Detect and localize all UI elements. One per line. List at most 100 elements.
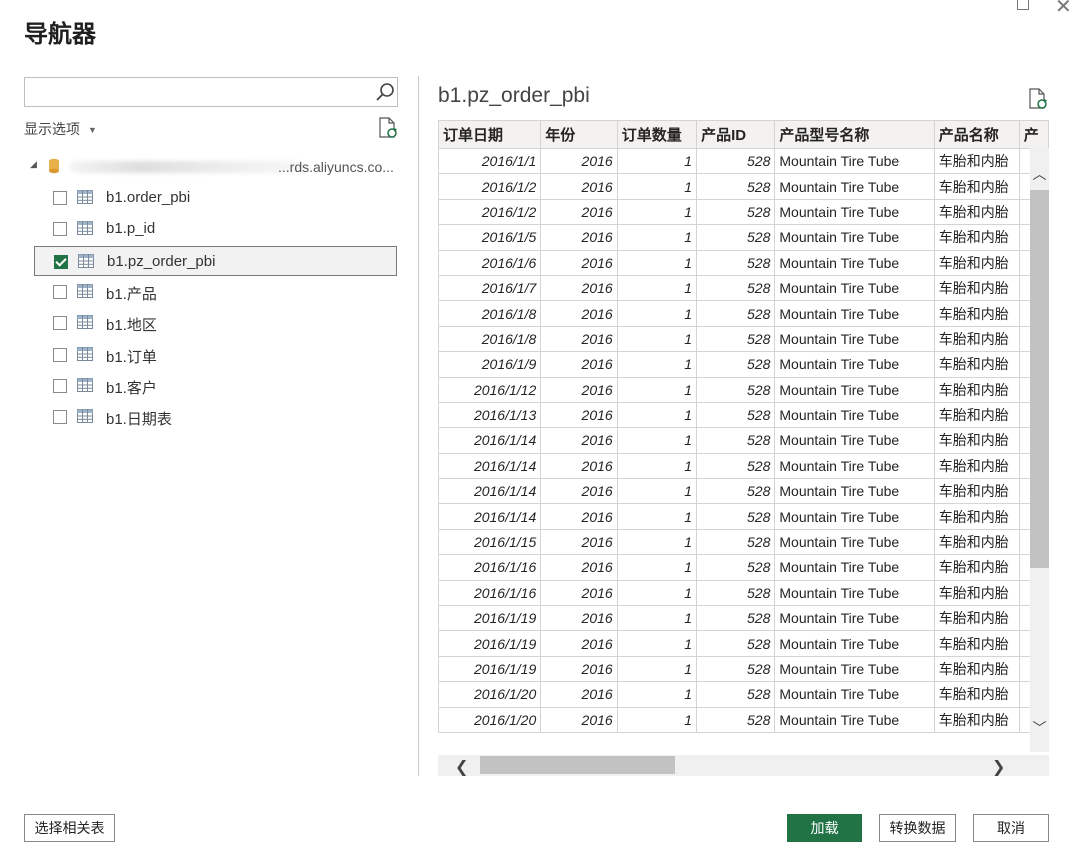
preview-table: 订单日期 年份 订单数量 产品ID 产品型号名称 产品名称产 2016/1/1 2016 1 5… [438,120,1049,733]
table-cell: Mountain Tire Tube [774,224,935,251]
scroll-down-icon[interactable]: ﹀ [1030,718,1049,738]
checkbox[interactable] [54,254,68,269]
load-button[interactable]: 加载 [787,814,862,842]
table-cell: Mountain Tire Tube [774,706,935,733]
table-cell: 528 [696,401,776,429]
table-icon [77,283,93,298]
tree-item[interactable]: b1.产品 [34,277,397,307]
tree-item[interactable]: b1.order_pbi [34,183,397,213]
tree-item[interactable]: b1.客户 [34,371,397,401]
table-cell: 车胎和内胎 [933,351,1020,378]
display-options-label: 显示选项 [24,121,80,137]
select-related-tables-button[interactable]: 选择相关表 [24,814,115,842]
vertical-scroll-thumb[interactable] [1030,190,1049,568]
tree-item[interactable]: b1.订单 [34,340,397,370]
horizontal-scroll-thumb[interactable] [480,756,675,774]
tree-item-label: b1.p_id [106,220,156,238]
table-cell: 车胎和内胎 [933,274,1020,302]
table-cell: 528 [696,452,776,480]
tree-item[interactable]: b1.p_id [34,214,397,244]
column-header[interactable]: 产品型号名称 [774,120,935,149]
table-cell: 528 [696,325,776,353]
table-row: 2016/1/19 2016 1 528 Mountain Tire Tube 车胎和内胎 [438,605,1049,632]
table-cell: 2016/1/12 [438,376,542,403]
table-cell: 1 [616,274,698,302]
column-header[interactable]: 年份 [540,120,618,149]
table-row: 2016/1/14 2016 1 528 Mountain Tire Tube 车胎和内胎 [438,503,1049,530]
search-icon[interactable] [374,82,396,104]
close-icon[interactable]: ✕ [1055,0,1072,18]
collapse-triangle-icon[interactable]: ◢ [30,159,37,170]
table-cell: 2016 [540,198,618,226]
table-cell: 1 [616,554,698,581]
table-cell: Mountain Tire Tube [774,351,935,378]
table-row: 2016/1/16 2016 1 528 Mountain Tire Tube 车胎和内胎 [438,554,1049,581]
table-cell: Mountain Tire Tube [774,528,935,556]
table-cell: 2016 [540,401,618,429]
table-cell: Mountain Tire Tube [774,249,935,276]
table-cell: 2016/1/1 [438,147,542,175]
table-icon [77,221,93,236]
table-cell: Mountain Tire Tube [774,655,935,683]
column-header[interactable]: 产 [1018,120,1049,149]
table-cell: Mountain Tire Tube [774,630,935,657]
tree-item[interactable]: b1.地区 [34,308,397,338]
checkbox[interactable] [53,284,67,299]
server-node[interactable]: ◢ ...rds.aliyuncs.co... [30,158,400,177]
tree-item-label: b1.日期表 [106,411,172,429]
table-cell: 2016/1/5 [438,224,542,251]
table-cell: Mountain Tire Tube [774,147,935,175]
tree-item[interactable]: b1.pz_order_pbi [34,245,397,276]
table-row: 2016/1/16 2016 1 528 Mountain Tire Tube 车胎和内胎 [438,579,1049,607]
column-header[interactable]: 产品ID [696,120,776,149]
cancel-button[interactable]: 取消 [973,814,1049,842]
table-cell: 2016 [540,427,618,454]
table-icon [78,253,94,268]
scroll-right-icon[interactable]: ❯ [992,757,1005,777]
scroll-up-icon[interactable]: ︿ [1030,164,1049,184]
checkbox[interactable] [53,191,67,205]
checkbox[interactable] [53,316,67,331]
checkbox[interactable] [53,410,67,425]
table-cell: 车胎和内胎 [933,503,1020,530]
checkbox[interactable] [53,378,67,393]
table-icon [77,315,93,330]
transform-data-button[interactable]: 转换数据 [879,814,956,842]
table-cell: Mountain Tire Tube [774,478,935,505]
column-header[interactable]: 产品名称 [933,120,1020,149]
table-row: 2016/1/19 2016 1 528 Mountain Tire Tube 车胎和内胎 [438,655,1049,683]
database-icon [49,158,59,174]
preview-grid[interactable]: 订单日期 年份 订单数量 产品ID 产品型号名称 产品名称产 2016/1/1 2016 1 5… [438,120,1049,776]
column-header[interactable]: 订单日期 [438,120,542,149]
table-cell: 528 [696,427,776,454]
table-cell: 车胎和内胎 [933,452,1020,480]
display-options-dropdown[interactable]: 显示选项 ▼ [24,119,97,139]
tree-item-label: b1.产品 [106,285,157,303]
column-header[interactable]: 订单数量 [616,120,698,149]
maximize-icon[interactable] [1017,0,1029,10]
table-cell: 2016/1/19 [438,605,542,632]
table-cell: 528 [696,173,776,200]
search-input[interactable] [24,77,398,107]
table-cell: 2016 [540,249,618,276]
table-cell: 车胎和内胎 [933,478,1020,505]
scroll-left-icon[interactable]: ❮ [455,757,468,777]
table-cell: 2016 [540,655,618,683]
checkbox[interactable] [53,222,67,237]
table-cell: 车胎和内胎 [933,401,1020,429]
table-cell: 1 [616,198,698,226]
table-cell: 2016/1/14 [438,427,542,454]
document-refresh-icon[interactable] [378,117,398,139]
table-row: 2016/1/2 2016 1 528 Mountain Tire Tube 车胎和内胎 [438,198,1049,226]
preview-title: b1.pz_order_pbi [438,84,590,107]
table-cell: 2016/1/13 [438,401,542,429]
checkbox[interactable] [53,347,67,362]
table-cell: 528 [696,224,776,251]
tree-item-label: b1.pz_order_pbi [107,252,216,270]
table-row: 2016/1/14 2016 1 528 Mountain Tire Tube 车胎和内胎 [438,427,1049,454]
table-row: 2016/1/12 2016 1 528 Mountain Tire Tube 车胎和内胎 [438,376,1049,403]
table-cell: 2016 [540,503,618,530]
tree-item[interactable]: b1.日期表 [34,402,397,432]
table-cell: 1 [616,401,698,429]
document-refresh-icon[interactable] [1028,88,1048,110]
